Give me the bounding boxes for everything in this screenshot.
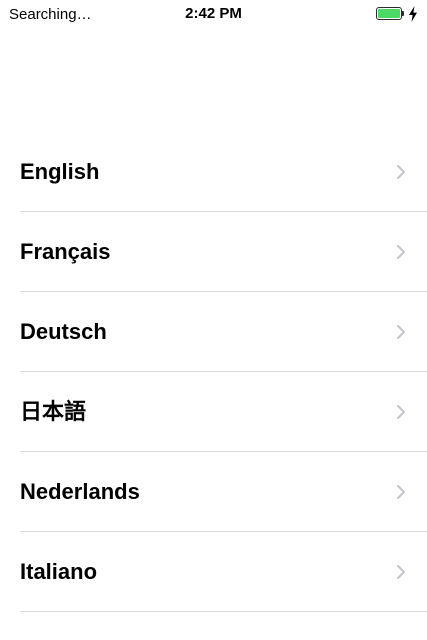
language-row-francais[interactable]: Français — [0, 212, 427, 292]
battery-level-fill — [378, 9, 400, 18]
language-row-japanese[interactable]: 日本語 — [0, 372, 427, 452]
status-bar: Searching… 2:42 PM — [0, 0, 427, 28]
language-selection-screen: Searching… 2:42 PM English Français Deut… — [0, 0, 427, 640]
lightning-bolt-icon — [409, 6, 417, 22]
chevron-right-icon — [396, 404, 406, 420]
language-row-italiano[interactable]: Italiano — [0, 532, 427, 612]
language-label: Nederlands — [20, 479, 140, 504]
battery-body — [376, 7, 402, 20]
language-label: Deutsch — [20, 319, 107, 344]
language-label: English — [20, 159, 100, 184]
chevron-right-icon — [396, 484, 406, 500]
language-label: 日本語 — [20, 399, 87, 424]
language-row-nederlands[interactable]: Nederlands — [0, 452, 427, 532]
battery-tip — [402, 11, 404, 16]
chevron-right-icon — [396, 164, 406, 180]
language-label: Français — [20, 239, 111, 264]
language-list: English Français Deutsch 日本語 Nederlands — [0, 132, 427, 612]
chevron-right-icon — [396, 324, 406, 340]
language-row-deutsch[interactable]: Deutsch — [0, 292, 427, 372]
status-time: 2:42 PM — [185, 5, 242, 22]
language-label: Italiano — [20, 559, 98, 584]
chevron-right-icon — [396, 564, 406, 580]
chevron-right-icon — [396, 244, 406, 260]
language-row-english[interactable]: English — [0, 132, 427, 212]
battery-icon — [376, 7, 404, 20]
